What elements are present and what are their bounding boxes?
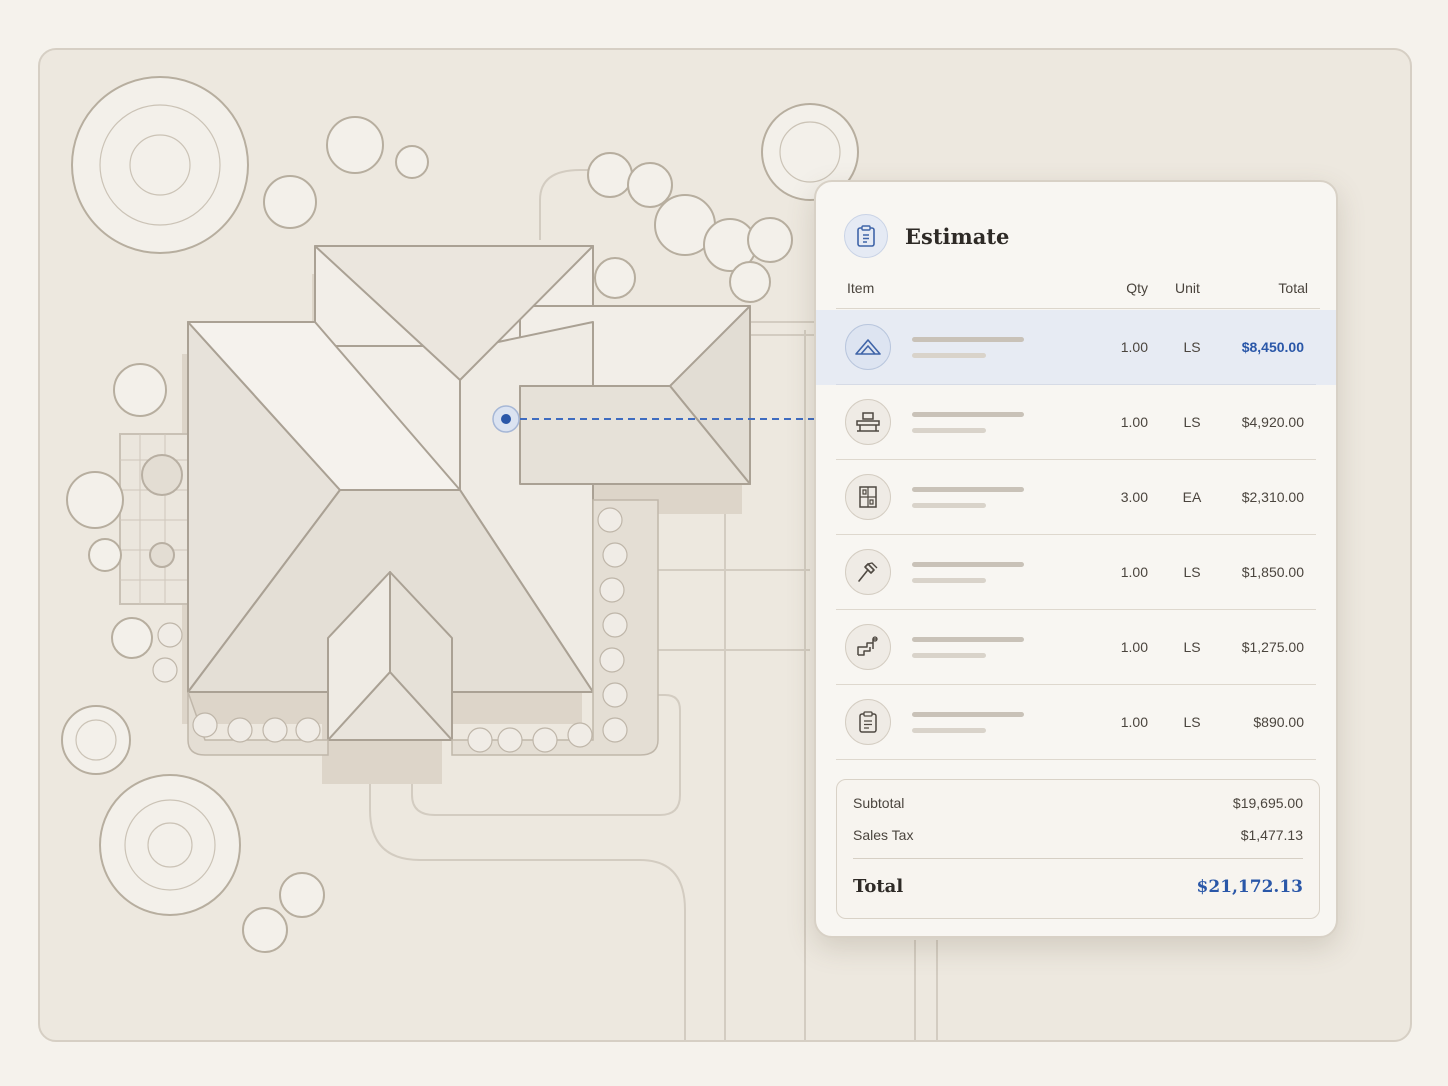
row-qty: 3.00	[1120, 489, 1148, 505]
table-row[interactable]: 1.00 LS $890.00	[816, 685, 1336, 760]
estimate-summary: Subtotal $19,695.00 Sales Tax $1,477.13 …	[836, 779, 1320, 919]
column-item: Item	[847, 280, 875, 296]
row-total: $8,450.00	[1241, 339, 1304, 355]
item-desc-placeholder	[912, 578, 986, 583]
row-unit: EA	[1182, 489, 1202, 505]
table-row[interactable]: 1.00 LS $8,450.00	[816, 310, 1336, 385]
item-desc-placeholder	[912, 353, 986, 358]
grand-total-label: Total	[853, 876, 904, 897]
item-name-placeholder	[912, 562, 1024, 567]
item-name-placeholder	[912, 487, 1024, 492]
table-header: Item Qty Unit Total	[836, 274, 1320, 309]
column-unit: Unit	[1175, 280, 1200, 296]
item-name-placeholder	[912, 337, 1024, 342]
summary-divider	[853, 858, 1303, 859]
table-row[interactable]: 1.00 LS $1,275.00	[816, 610, 1336, 685]
row-qty: 1.00	[1120, 414, 1148, 430]
row-unit: LS	[1183, 714, 1201, 730]
row-total: $1,850.00	[1241, 564, 1304, 580]
item-desc-placeholder	[912, 428, 986, 433]
clipboard-icon	[844, 214, 888, 258]
column-total: Total	[1278, 280, 1308, 296]
row-total: $1,275.00	[1241, 639, 1304, 655]
row-qty: 1.00	[1120, 714, 1148, 730]
subtotal-value: $19,695.00	[1232, 795, 1303, 811]
clipboard-icon	[845, 699, 891, 745]
estimate-panel: Estimate Item Qty Unit Total 1.00 LS $8,…	[814, 180, 1338, 938]
table-row[interactable]: 3.00 EA $2,310.00	[816, 460, 1336, 535]
item-desc-placeholder	[912, 653, 986, 658]
estimate-rows: 1.00 LS $8,450.00 1.00 LS $4,920.00 3.00…	[816, 310, 1336, 760]
item-desc-placeholder	[912, 503, 986, 508]
plumbing-icon	[845, 624, 891, 670]
hammer-icon	[845, 549, 891, 595]
row-total: $2,310.00	[1241, 489, 1304, 505]
row-total: $4,920.00	[1241, 414, 1304, 430]
item-name-placeholder	[912, 712, 1024, 717]
grand-total-value: $21,172.13	[1196, 877, 1303, 897]
row-unit: LS	[1183, 639, 1201, 655]
item-name-placeholder	[912, 637, 1024, 642]
estimate-header: Estimate	[844, 212, 1009, 260]
item-desc-placeholder	[912, 728, 986, 733]
framing-icon	[845, 399, 891, 445]
tax-label: Sales Tax	[853, 827, 914, 843]
window-icon	[845, 474, 891, 520]
row-unit: LS	[1183, 564, 1201, 580]
row-total: $890.00	[1253, 714, 1304, 730]
item-name-placeholder	[912, 412, 1024, 417]
table-row[interactable]: 1.00 LS $1,850.00	[816, 535, 1336, 610]
estimate-title: Estimate	[905, 223, 1010, 249]
column-qty: Qty	[1126, 280, 1148, 296]
row-qty: 1.00	[1120, 564, 1148, 580]
row-qty: 1.00	[1120, 339, 1148, 355]
subtotal-label: Subtotal	[853, 795, 905, 811]
tax-value: $1,477.13	[1240, 827, 1303, 843]
row-unit: LS	[1183, 339, 1201, 355]
row-unit: LS	[1183, 414, 1201, 430]
row-qty: 1.00	[1120, 639, 1148, 655]
roof-icon	[845, 324, 891, 370]
table-row[interactable]: 1.00 LS $4,920.00	[816, 385, 1336, 460]
